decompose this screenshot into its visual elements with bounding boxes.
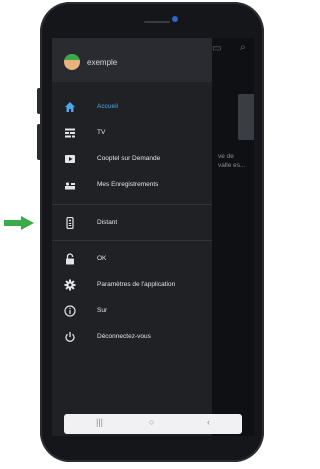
avatar [64, 54, 80, 70]
menu-item-deconnectez-vous[interactable]: Déconnectez-vous [52, 328, 212, 348]
recents-button[interactable]: ||| [96, 417, 103, 427]
menu-item-tv[interactable]: TV [52, 124, 212, 144]
menu-item-accueil[interactable]: Accueil [52, 98, 212, 118]
remote-icon [66, 217, 74, 229]
home-button[interactable]: ○ [149, 417, 154, 427]
gear-icon [64, 279, 76, 291]
play-icon [65, 155, 75, 163]
menu-item-label: Sur [97, 307, 108, 314]
content-thumbnail[interactable] [238, 94, 254, 140]
menu-divider [52, 240, 212, 241]
menu-item-label: Accueil [97, 103, 118, 110]
menu-item-ok[interactable]: OK [52, 250, 212, 270]
menu-item-label: TV [97, 129, 106, 136]
menu-item-label: Cooptel sur Demande [97, 155, 161, 162]
menu-item-cooptel-sur-demande[interactable]: Cooptel sur Demande [52, 150, 212, 170]
tv-guide-icon [65, 128, 75, 138]
power-icon [65, 332, 75, 342]
phone-camera [172, 16, 178, 22]
menu-item-label: OK [97, 255, 107, 262]
menu-item-label: Paramètres de l'application [97, 281, 176, 288]
content-caption: valle es... [218, 162, 246, 169]
menu-item-mes-enregistrements[interactable]: Mes Enregistrements [52, 176, 212, 196]
navigation-drawer: exemple Accueil TV Cooptel sur Demande M… [52, 38, 212, 436]
menu-item-parametres[interactable]: Paramètres de l'application [52, 276, 212, 296]
menu-item-sur[interactable]: Sur [52, 302, 212, 322]
profile-header[interactable]: exemple [52, 38, 212, 82]
pointer-arrow-icon [4, 216, 34, 230]
menu-divider [52, 204, 212, 205]
system-navigation-bar: ||| ○ ‹ [64, 414, 242, 434]
menu-item-label: Déconnectez-vous [97, 333, 151, 340]
lock-icon [66, 253, 74, 265]
username: exemple [87, 58, 118, 67]
menu-item-label: Mes Enregistrements [97, 181, 159, 188]
search-icon[interactable]: ⌕ [240, 42, 246, 53]
phone-screen: ▭ ⌕ ve de valle es... exemple Accueil TV [52, 38, 254, 436]
back-button[interactable]: ‹ [207, 417, 210, 427]
menu-item-distant[interactable]: Distant [52, 214, 212, 234]
info-icon [64, 305, 76, 317]
home-icon [65, 102, 75, 112]
recordings-icon [65, 182, 75, 190]
phone-speaker [144, 21, 170, 23]
content-caption: ve de [218, 153, 234, 160]
cast-icon[interactable]: ▭ [212, 43, 221, 54]
menu-item-label: Distant [97, 219, 118, 226]
